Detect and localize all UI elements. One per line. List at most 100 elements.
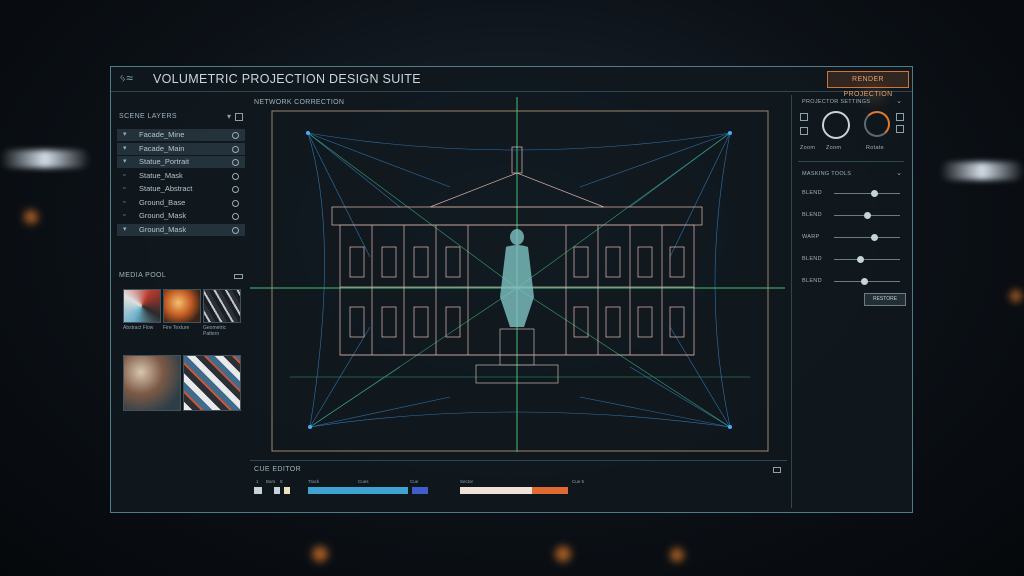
render-button[interactable]: RENDER PROJECTION xyxy=(827,71,909,98)
slider-label: BLEND xyxy=(802,190,822,196)
timeline-label: Cue xyxy=(410,479,419,484)
layer-row[interactable]: ▫ Ground_Mask xyxy=(117,210,245,222)
divider xyxy=(798,161,904,162)
media-thumbnail[interactable] xyxy=(203,289,241,323)
cue-segment[interactable] xyxy=(284,487,290,494)
dial-label: Zoom xyxy=(800,145,816,151)
timeline-label: Bars xyxy=(266,479,276,484)
slider-knob[interactable] xyxy=(864,212,871,219)
slider-track[interactable] xyxy=(834,259,900,260)
checkbox[interactable] xyxy=(800,113,808,121)
layer-radio-icon[interactable] xyxy=(232,213,239,220)
cue-editor: CUE EDITOR 1 Bars 8 Track Cues Cue Sector Cue 5 xyxy=(250,460,787,509)
panel-title: PROJECTOR SETTINGS xyxy=(802,99,871,105)
media-thumbnail[interactable] xyxy=(123,355,181,411)
layer-row[interactable]: ▾ Facade_Mine xyxy=(117,129,245,141)
visibility-icon[interactable]: ▾ xyxy=(123,129,127,141)
layer-label: Ground_Mask xyxy=(139,211,187,220)
layer-row[interactable]: ▾ Statue_Portrait xyxy=(117,156,245,168)
slider-track[interactable] xyxy=(834,193,900,194)
bokeh-light xyxy=(312,546,328,562)
restore-button[interactable]: RESTORE xyxy=(864,293,906,306)
panel-title: SCENE LAYERS xyxy=(119,113,177,120)
slider-track[interactable] xyxy=(834,237,900,238)
wireframe-viewport[interactable] xyxy=(250,97,785,452)
projection-canvas[interactable]: NETWORK CORRECTION xyxy=(250,97,785,452)
dial-label: Rotate xyxy=(866,145,885,151)
app-title: VOLUMETRIC PROJECTION DESIGN SUITE xyxy=(153,72,421,86)
slider-knob[interactable] xyxy=(857,256,865,263)
layer-label: Statue_Abstract xyxy=(139,184,193,193)
bokeh-light xyxy=(1010,290,1022,302)
slider-knob[interactable] xyxy=(870,190,878,197)
cue-segment[interactable] xyxy=(532,487,568,494)
checkbox[interactable] xyxy=(896,125,904,133)
app-logo-icon: ᛃ≈ xyxy=(119,71,133,85)
thumbnail-caption: Geometric Pattern xyxy=(203,325,227,337)
rotate-dial[interactable] xyxy=(864,111,890,137)
layer-radio-icon[interactable] xyxy=(232,199,239,207)
panel-title: CUE EDITOR xyxy=(254,466,302,473)
panel-maximize-icon[interactable] xyxy=(773,467,781,473)
timeline-track[interactable]: 1 Bars 8 Track Cues Cue Sector Cue 5 xyxy=(254,477,784,497)
cue-segment[interactable] xyxy=(460,487,532,494)
visibility-icon[interactable]: ▾ xyxy=(123,143,127,155)
layer-row[interactable]: ▾ Facade_Main xyxy=(117,142,245,155)
layer-label: Facade_Main xyxy=(139,143,185,153)
layer-icon[interactable]: ▫ xyxy=(123,210,125,222)
panel-menu-icon[interactable]: ▾ xyxy=(227,112,231,121)
cue-segment[interactable] xyxy=(254,487,262,494)
slider-label: BLEND xyxy=(802,278,822,284)
layer-label: Ground_Mask xyxy=(139,224,187,234)
light-streak-left xyxy=(0,150,90,168)
visibility-icon[interactable]: ▾ xyxy=(123,224,127,236)
cue-segment[interactable] xyxy=(274,487,280,494)
checkbox[interactable] xyxy=(800,127,808,135)
layer-row[interactable]: ▫ Statue_Mask xyxy=(117,170,245,182)
slider-knob[interactable] xyxy=(870,234,878,241)
timeline-label: Sector xyxy=(460,479,474,484)
bokeh-light xyxy=(670,548,684,562)
bokeh-light xyxy=(24,210,38,224)
layer-label: Facade_Mine xyxy=(139,130,185,139)
layer-radio-icon[interactable] xyxy=(232,186,239,193)
slider-label: BLEND xyxy=(802,256,822,262)
light-streak-right xyxy=(940,162,1024,180)
layer-radio-icon[interactable] xyxy=(232,132,239,139)
timeline-label: Cue 5 xyxy=(572,479,585,484)
layer-icon[interactable]: ▫ xyxy=(123,170,125,182)
layer-row[interactable]: ▫ Ground_Base xyxy=(117,197,245,209)
visibility-icon[interactable]: ▾ xyxy=(123,156,127,168)
slider-label: BLEND xyxy=(802,212,822,218)
layer-radio-icon[interactable] xyxy=(232,226,239,234)
title-bar: ᛃ≈ VOLUMETRIC PROJECTION DESIGN SUITE RE… xyxy=(111,67,912,98)
timeline-label: 8 xyxy=(280,479,283,484)
layer-row[interactable]: ▾ Ground_Mask xyxy=(117,223,245,236)
scene-layers-panel: SCENE LAYERS ▾ ▾ Facade_Mine ▾ Facade_Main ▾… xyxy=(117,97,245,237)
layer-label: Statue_Portrait xyxy=(139,157,190,166)
layer-radio-icon[interactable] xyxy=(232,145,239,153)
chevron-down-icon[interactable]: ⌄ xyxy=(896,97,902,105)
layer-label: Statue_Mask xyxy=(139,170,183,180)
layer-icon[interactable]: ▫ xyxy=(123,183,125,195)
bokeh-light xyxy=(555,546,571,562)
layer-radio-icon[interactable] xyxy=(232,159,239,166)
media-thumbnail[interactable] xyxy=(163,289,201,323)
cue-segment[interactable] xyxy=(412,487,428,494)
layer-icon[interactable]: ▫ xyxy=(123,197,125,209)
thumbnail-caption: Fire Texture xyxy=(163,325,190,331)
panel-minimize-icon[interactable] xyxy=(234,274,243,279)
panel-expand-icon[interactable] xyxy=(235,113,243,121)
chevron-down-icon[interactable]: ⌄ xyxy=(896,169,902,177)
checkbox[interactable] xyxy=(896,113,904,121)
media-thumbnail[interactable] xyxy=(183,355,241,411)
zoom-dial[interactable] xyxy=(822,111,850,139)
layer-row[interactable]: ▫ Statue_Abstract xyxy=(117,183,245,195)
media-thumbnail[interactable] xyxy=(123,289,161,323)
thumbnail-caption: Abstract Flow xyxy=(123,325,154,331)
section-title: MASKING TOOLS xyxy=(802,171,852,177)
cue-segment[interactable] xyxy=(308,487,408,494)
slider-knob[interactable] xyxy=(860,278,868,285)
layer-radio-icon[interactable] xyxy=(232,172,239,180)
slider-label: WARP xyxy=(802,234,820,240)
